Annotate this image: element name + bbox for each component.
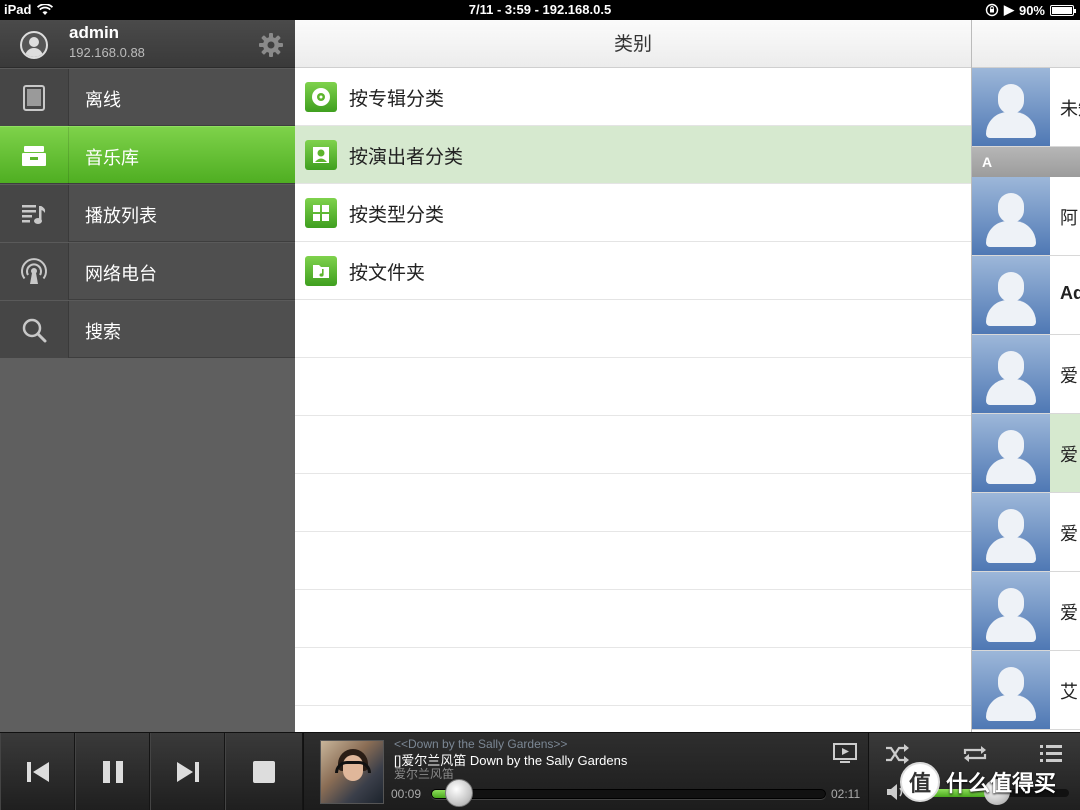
play-indicator-icon: ▶ xyxy=(1003,2,1014,17)
artist-row[interactable]: 艾 xyxy=(972,651,1080,730)
category-title: 类别 xyxy=(295,20,971,68)
artist-row[interactable]: Ad xyxy=(972,256,1080,335)
airplay-screen-icon[interactable] xyxy=(832,742,858,766)
category-label: 按专辑分类 xyxy=(349,88,445,110)
category-by-album[interactable]: 按专辑分类 xyxy=(295,68,971,126)
next-button[interactable] xyxy=(150,733,225,810)
artist-name: 爱 xyxy=(1060,603,1078,624)
user-header[interactable]: admin 192.168.0.88 xyxy=(0,20,295,68)
search-icon xyxy=(22,318,47,342)
status-time-ip: 7/11 - 3:59 - 192.168.0.5 xyxy=(468,2,612,17)
previous-button[interactable] xyxy=(0,733,75,810)
radio-icon xyxy=(21,257,47,284)
elapsed-time: 00:09 xyxy=(391,787,422,801)
empty-row xyxy=(295,300,971,358)
progress-bar[interactable] xyxy=(431,789,826,799)
tablet-icon xyxy=(23,84,45,111)
artist-name: Ad xyxy=(1060,283,1080,303)
artist-row[interactable]: 爱 xyxy=(972,572,1080,651)
skip-previous-icon xyxy=(26,762,49,782)
genre-grid-icon xyxy=(305,198,337,228)
artist-name: 阿 xyxy=(1060,208,1078,229)
sidebar-item-search[interactable]: 搜索 xyxy=(0,300,295,358)
battery-percent: 90% xyxy=(1018,2,1045,18)
empty-row xyxy=(295,648,971,706)
empty-row xyxy=(295,416,971,474)
category-label: 按文件夹 xyxy=(349,262,426,284)
artist-name: 爱 xyxy=(1060,524,1078,545)
empty-row xyxy=(295,532,971,590)
sidebar-item-label: 搜索 xyxy=(85,322,121,343)
watermark-logo: 值 xyxy=(900,762,940,802)
category-by-folder[interactable]: 按文件夹 xyxy=(295,242,971,300)
sidebar-item-playlists[interactable]: 播放列表 xyxy=(0,184,295,242)
stop-button[interactable] xyxy=(225,733,303,810)
now-playing-album: <<Down by the Sally Gardens>> xyxy=(394,737,568,751)
artist-row[interactable]: 爱 xyxy=(972,493,1080,572)
artist-placeholder-icon xyxy=(972,335,1050,413)
category-panel: 类别 按专辑分类 按演出者分类 按类型分类 按文件夹 xyxy=(295,20,971,732)
duration-time: 02:11 xyxy=(831,787,861,801)
artist-row[interactable]: 未知 xyxy=(972,68,1080,147)
user-ip: 192.168.0.88 xyxy=(69,45,145,60)
progress-knob[interactable] xyxy=(444,779,473,807)
sidebar-item-offline[interactable]: 离线 xyxy=(0,68,295,126)
empty-row xyxy=(295,474,971,532)
category-label: 按演出者分类 xyxy=(349,146,464,168)
skip-next-icon xyxy=(176,762,199,782)
empty-row xyxy=(295,590,971,648)
sidebar-item-label: 离线 xyxy=(85,90,121,111)
artist-placeholder-icon xyxy=(972,414,1050,492)
battery-icon xyxy=(1050,4,1076,16)
playlist-icon xyxy=(22,204,46,224)
album-cover-image[interactable] xyxy=(320,740,384,804)
artist-placeholder-icon xyxy=(972,256,1050,334)
sidebar-item-label: 播放列表 xyxy=(85,206,157,227)
sidebar-item-internet-radio[interactable]: 网络电台 xyxy=(0,242,295,300)
user-name: admin xyxy=(69,23,120,42)
pause-button[interactable] xyxy=(75,733,150,810)
watermark-text: 什么值得买 xyxy=(946,772,1057,797)
music-folder-icon xyxy=(305,256,337,286)
artist-panel: 未知 A 阿 Ad 爱 爱 爱 爱 艾 xyxy=(971,20,1080,732)
pause-icon xyxy=(102,761,123,783)
artist-row[interactable]: 爱 xyxy=(972,335,1080,414)
artist-row[interactable]: 阿 xyxy=(972,177,1080,256)
rotation-lock-icon xyxy=(985,3,999,17)
artist-row[interactable]: 爱 xyxy=(972,414,1080,493)
sidebar-item-label: 音乐库 xyxy=(85,148,139,169)
artist-placeholder-icon xyxy=(972,572,1050,650)
status-bar: iPad 7/11 - 3:59 - 192.168.0.5 ▶ 90% xyxy=(0,0,1080,20)
artist-name: 未知 xyxy=(1060,99,1080,120)
now-playing: <<Down by the Sally Gardens>> []爱尔兰风笛 Do… xyxy=(303,733,869,810)
library-drawer-icon xyxy=(22,145,46,166)
section-header: A xyxy=(972,147,1080,177)
artist-placeholder-icon xyxy=(972,493,1050,571)
gear-icon[interactable] xyxy=(257,31,285,59)
sidebar: admin 192.168.0.88 离线 音乐库 播放列表 网络电台 搜索 xyxy=(0,20,295,732)
artist-placeholder-icon xyxy=(972,177,1050,255)
category-label: 按类型分类 xyxy=(349,204,445,226)
artist-name: 爱 xyxy=(1060,445,1078,466)
artist-name: 艾 xyxy=(1060,682,1078,703)
category-by-artist[interactable]: 按演出者分类 xyxy=(295,126,971,184)
empty-row xyxy=(295,358,971,416)
artist-title-bar xyxy=(972,20,1080,68)
stop-icon xyxy=(253,761,275,783)
watermark: 值 什么值得买 xyxy=(900,760,1080,804)
artist-name: 爱 xyxy=(1060,366,1078,387)
sidebar-item-label: 网络电台 xyxy=(85,264,157,285)
user-avatar-icon xyxy=(20,31,48,59)
artist-placeholder-icon xyxy=(972,651,1050,729)
artist-person-icon xyxy=(305,140,337,170)
now-playing-artist: 爱尔兰风笛 xyxy=(394,767,455,781)
album-disc-icon xyxy=(305,82,337,112)
artist-placeholder-icon xyxy=(972,68,1050,146)
sidebar-item-music-library[interactable]: 音乐库 xyxy=(0,126,295,184)
category-by-genre[interactable]: 按类型分类 xyxy=(295,184,971,242)
